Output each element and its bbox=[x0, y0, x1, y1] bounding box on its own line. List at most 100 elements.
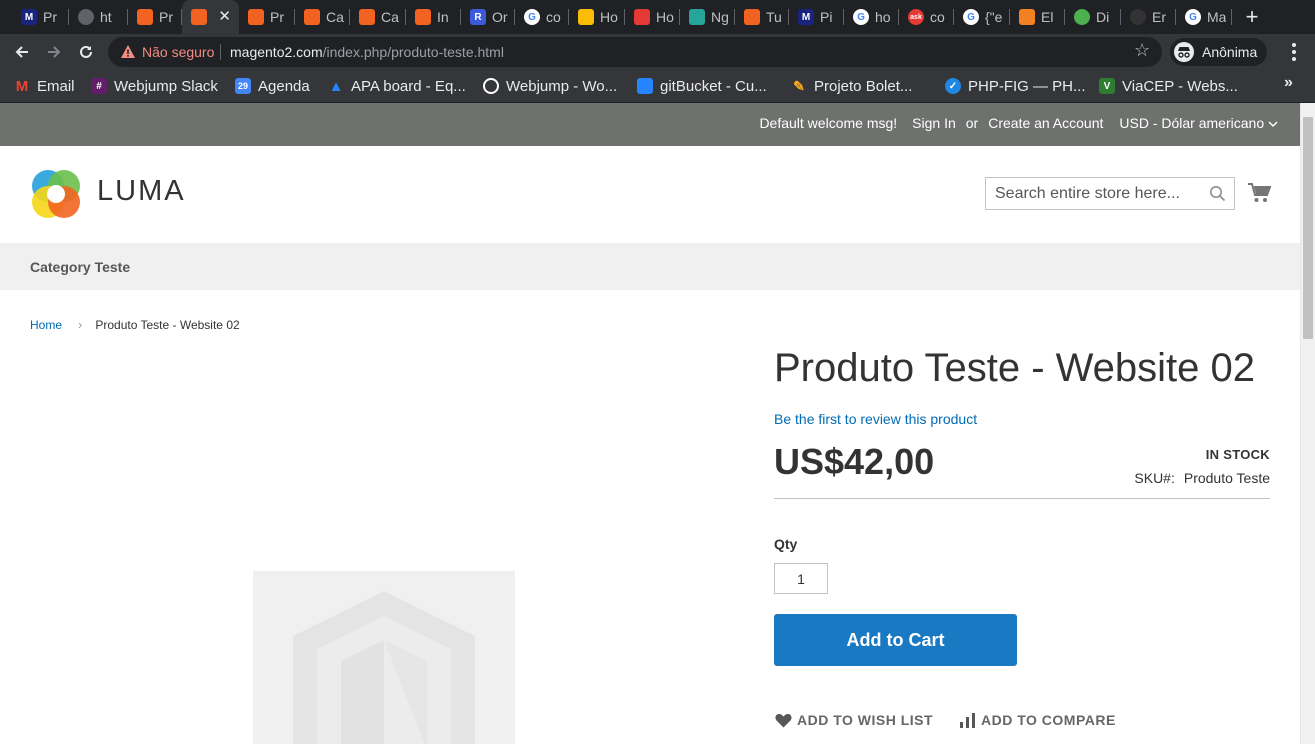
browser-tab[interactable]: Ho bbox=[569, 0, 625, 34]
hostinger-icon bbox=[634, 9, 650, 25]
browser-tab[interactable]: ask co bbox=[899, 0, 954, 34]
github-icon bbox=[1130, 9, 1146, 25]
browser-tab[interactable]: G {"e bbox=[954, 0, 1010, 34]
add-to-wishlist-link[interactable]: ADD TO WISH LIST bbox=[775, 712, 933, 728]
web-page: Default welcome msg! Sign In or Create a… bbox=[0, 103, 1300, 744]
magento-dark-icon bbox=[744, 9, 760, 25]
r-icon: R bbox=[470, 9, 486, 25]
browser-tab[interactable]: R Or bbox=[461, 0, 515, 34]
tab-title: Or bbox=[492, 9, 508, 25]
tab-title: Ca bbox=[381, 9, 399, 25]
tab-title: ht bbox=[100, 9, 112, 25]
sku-value: Produto Teste bbox=[1183, 470, 1270, 486]
tab-title: co bbox=[546, 9, 561, 25]
bookmark-label: PHP-FIG — PH... bbox=[968, 77, 1086, 95]
url-path: /index.php/produto-teste.html bbox=[322, 44, 504, 60]
reload-button[interactable] bbox=[72, 38, 100, 66]
tab-separator bbox=[1231, 9, 1232, 25]
add-to-cart-button[interactable]: Add to Cart bbox=[774, 614, 1017, 666]
browser-tab[interactable]: Tu bbox=[735, 0, 789, 34]
incognito-profile-button[interactable]: Anônima bbox=[1170, 38, 1268, 66]
close-tab-icon[interactable]: ✕ bbox=[218, 8, 231, 26]
tab-title: Er bbox=[1152, 9, 1166, 25]
compare-label: ADD TO COMPARE bbox=[981, 712, 1116, 728]
tab-title: ho bbox=[875, 9, 891, 25]
bookmarks-overflow-icon[interactable]: » bbox=[1284, 74, 1293, 92]
product-image-placeholder[interactable] bbox=[253, 571, 515, 744]
brand-name[interactable]: LUMA bbox=[97, 175, 186, 208]
bookmark-item[interactable]: 29 Agenda bbox=[235, 76, 310, 96]
bar-chart-icon bbox=[960, 712, 975, 728]
bookmark-label: ViaCEP - Webs... bbox=[1122, 77, 1238, 95]
browser-tab[interactable]: Gho bbox=[844, 0, 899, 34]
breadcrumb-home-link[interactable]: Home bbox=[30, 318, 62, 332]
browser-tab[interactable]: El bbox=[1010, 0, 1065, 34]
security-status[interactable]: Não seguro bbox=[142, 44, 214, 60]
browser-tab[interactable]: Ng bbox=[680, 0, 735, 34]
browser-tab[interactable]: Er bbox=[1121, 0, 1176, 34]
bookmark-star-icon[interactable]: ☆ bbox=[1134, 40, 1150, 61]
review-link[interactable]: Be the first to review this product bbox=[774, 411, 977, 427]
qty-input[interactable] bbox=[774, 563, 828, 594]
magento-m-icon: M bbox=[21, 9, 37, 25]
tab-title: Tu bbox=[766, 9, 782, 25]
product-sku: SKU#: Produto Teste bbox=[1134, 470, 1270, 486]
bookmark-item[interactable]: ✎ Projeto Bolet... bbox=[791, 76, 912, 96]
bookmark-item[interactable]: ✓ PHP-FIG — PH... bbox=[945, 76, 1086, 96]
incognito-icon bbox=[1174, 42, 1194, 62]
magento-dark-icon bbox=[248, 9, 264, 25]
bookmark-item[interactable]: # Webjump Slack bbox=[91, 76, 218, 96]
address-bar[interactable]: Não seguro magento2.com/index.php/produt… bbox=[108, 37, 1162, 67]
tab-title: Ma bbox=[1207, 9, 1227, 25]
sign-in-link[interactable]: Sign In bbox=[912, 115, 956, 131]
product-title: Produto Teste - Website 02 bbox=[774, 346, 1256, 390]
browser-tab[interactable]: Pr bbox=[239, 0, 295, 34]
browser-tab[interactable]: G Ma bbox=[1176, 0, 1232, 34]
browser-tab[interactable]: Di bbox=[1065, 0, 1121, 34]
browser-menu-icon[interactable] bbox=[1284, 38, 1304, 66]
luma-logo-icon[interactable] bbox=[30, 168, 82, 220]
browser-tab[interactable]: Gco bbox=[515, 0, 569, 34]
create-account-link[interactable]: Create an Account bbox=[988, 115, 1103, 131]
currency-switcher[interactable]: USD - Dólar americano bbox=[1119, 115, 1278, 131]
add-to-compare-link[interactable]: ADD TO COMPARE bbox=[960, 712, 1116, 728]
browser-tab[interactable]: Ho bbox=[625, 0, 680, 34]
url-text[interactable]: magento2.com/index.php/produto-teste.htm… bbox=[230, 44, 504, 60]
browser-tab[interactable]: M Pi bbox=[789, 0, 844, 34]
magento-icon bbox=[191, 9, 207, 25]
bookmark-item[interactable]: ▲ APA board - Eq... bbox=[328, 76, 466, 96]
tab-title: Ca bbox=[326, 9, 344, 25]
page-scrollbar[interactable] bbox=[1300, 103, 1315, 744]
browser-tab[interactable]: In bbox=[406, 0, 461, 34]
check-badge-icon: ✓ bbox=[945, 78, 961, 94]
bookmark-item[interactable]: V ViaCEP - Webs... bbox=[1099, 76, 1238, 96]
forward-button[interactable] bbox=[40, 38, 68, 66]
cart-icon[interactable] bbox=[1247, 182, 1271, 204]
browser-tab[interactable]: Ca bbox=[295, 0, 350, 34]
profile-label: Anônima bbox=[1202, 44, 1258, 60]
back-button[interactable] bbox=[8, 38, 36, 66]
calendar-icon: 29 bbox=[235, 78, 251, 94]
bookmark-item[interactable]: Webjump - Wo... bbox=[483, 76, 617, 96]
bookmark-item[interactable]: M Email bbox=[14, 76, 75, 96]
category-nav: Category Teste bbox=[0, 243, 1300, 290]
browser-toolbar: Não seguro magento2.com/index.php/produt… bbox=[0, 34, 1315, 70]
new-tab-button[interactable]: + bbox=[1240, 4, 1264, 30]
bookmark-label: Webjump Slack bbox=[114, 77, 218, 95]
chevron-right-icon: › bbox=[78, 317, 83, 332]
tab-title: {"e bbox=[985, 9, 1003, 25]
header-panel: Default welcome msg! Sign In or Create a… bbox=[0, 103, 1300, 146]
search-icon[interactable] bbox=[1209, 185, 1226, 202]
divider bbox=[774, 498, 1270, 499]
search-input[interactable] bbox=[986, 178, 1208, 209]
nav-item-category-teste[interactable]: Category Teste bbox=[30, 259, 130, 275]
browser-tab[interactable]: M Pr bbox=[12, 0, 69, 34]
browser-tab[interactable]: ht bbox=[69, 0, 128, 34]
scrollbar-thumb[interactable] bbox=[1303, 117, 1313, 339]
tab-active[interactable]: ✕ bbox=[182, 0, 239, 34]
tab-title: Di bbox=[1096, 9, 1110, 25]
browser-tab[interactable]: Pr bbox=[128, 0, 182, 34]
browser-tab[interactable]: Ca bbox=[350, 0, 406, 34]
bookmark-label: gitBucket - Cu... bbox=[660, 77, 767, 95]
bookmark-item[interactable]: gitBucket - Cu... bbox=[637, 76, 767, 96]
